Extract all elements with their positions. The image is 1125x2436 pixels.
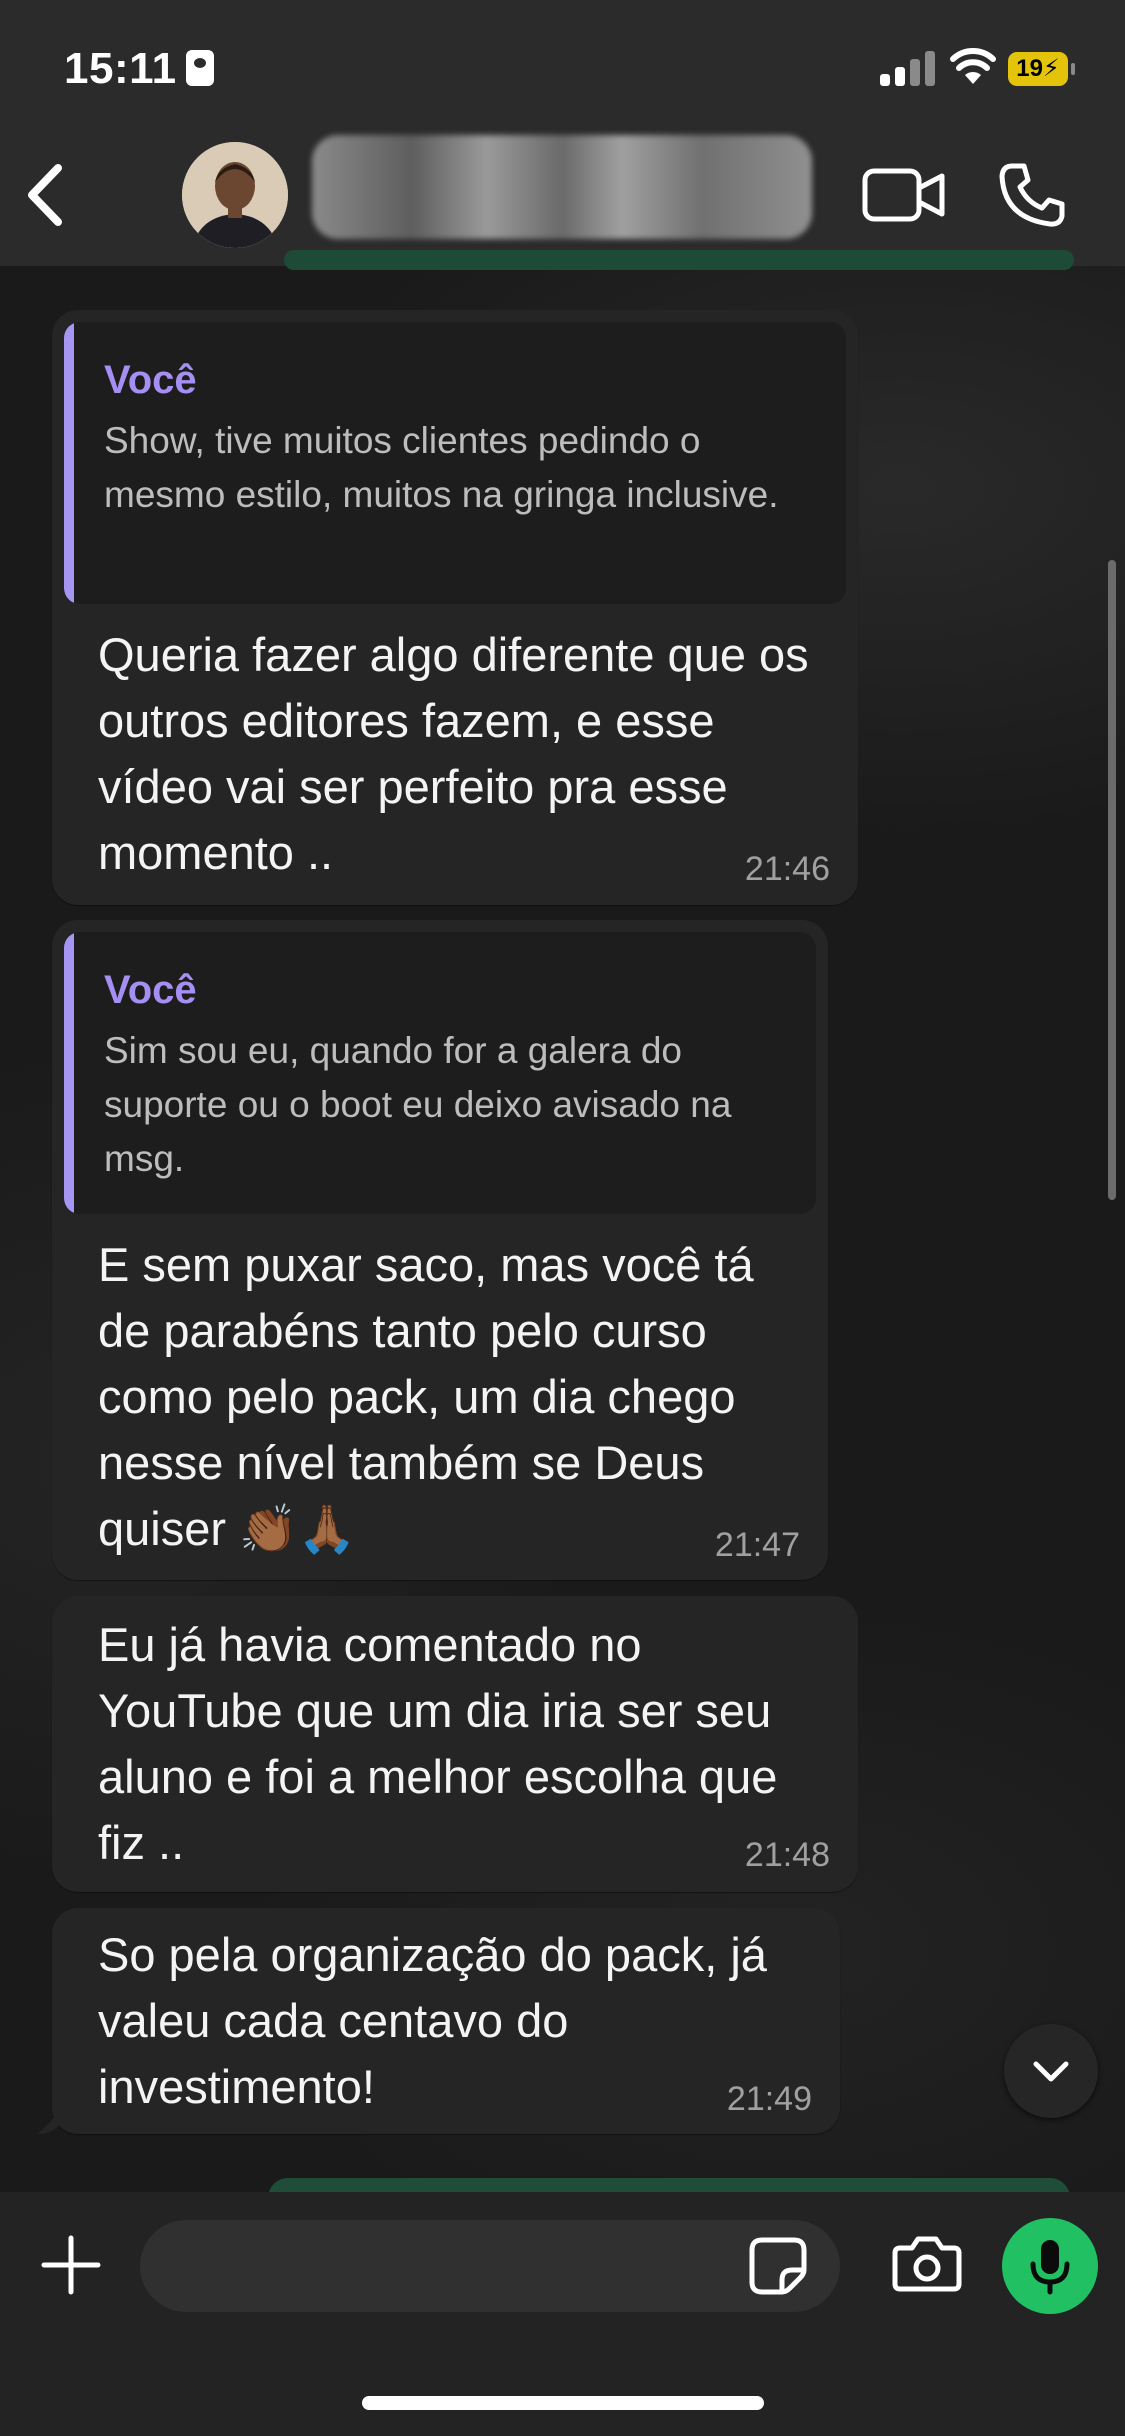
sticker-icon[interactable] xyxy=(748,2236,808,2296)
chat-header: 15:11 19⚡ xyxy=(0,0,1125,266)
quote-author: Você xyxy=(104,358,197,402)
battery-indicator: 19⚡ xyxy=(1008,52,1075,86)
message-bubble[interactable]: Eu já havia comentado no YouTube que um … xyxy=(52,1596,858,1892)
chevron-left-icon[interactable] xyxy=(22,160,70,230)
phone-icon[interactable] xyxy=(998,162,1066,228)
message-bubble[interactable]: Você Show, tive muitos clientes pedindo … xyxy=(52,310,858,905)
message-time: 21:46 xyxy=(744,850,830,888)
quote-accent-bar xyxy=(64,322,74,604)
quote-text: Sim sou eu, quando for a galera do supor… xyxy=(104,1030,732,1179)
message-time: 21:48 xyxy=(744,1836,830,1874)
quoted-message[interactable]: Você Sim sou eu, quando for a galera do … xyxy=(64,932,816,1214)
message-input[interactable] xyxy=(140,2220,840,2312)
contact-name[interactable] xyxy=(312,135,812,239)
cellular-signal-icon xyxy=(880,50,936,86)
plus-icon[interactable] xyxy=(38,2232,104,2298)
status-time: 15:11 xyxy=(64,44,177,93)
video-camera-icon[interactable] xyxy=(862,168,946,222)
quote-text: Show, tive muitos clientes pedindo o mes… xyxy=(104,420,779,515)
wifi-icon xyxy=(950,48,996,84)
focus-icon xyxy=(186,50,214,86)
camera-icon[interactable] xyxy=(892,2234,962,2292)
message-text: Queria fazer algo diferente que os outro… xyxy=(98,628,809,879)
chevron-down-icon xyxy=(1033,2061,1069,2082)
message-bubble[interactable]: So pela organização do pack, já valeu ca… xyxy=(52,1908,840,2134)
scroll-indicator[interactable] xyxy=(1108,560,1116,1200)
quoted-message[interactable]: Você Show, tive muitos clientes pedindo … xyxy=(64,322,846,604)
contact-avatar[interactable] xyxy=(182,142,288,248)
outgoing-bubble-peek xyxy=(284,250,1074,270)
microphone-icon xyxy=(1030,2240,1070,2295)
message-text: Eu já havia comentado no YouTube que um … xyxy=(98,1618,778,1869)
home-indicator[interactable] xyxy=(362,2396,764,2410)
message-bubble[interactable]: Você Sim sou eu, quando for a galera do … xyxy=(52,920,828,1580)
message-time: 21:49 xyxy=(726,2080,812,2118)
message-text: So pela organização do pack, já valeu ca… xyxy=(98,1928,767,2113)
message-text: E sem puxar saco, mas você tá de parabén… xyxy=(98,1238,754,1555)
message-time: 21:47 xyxy=(714,1526,800,1564)
record-voice-button[interactable] xyxy=(1002,2218,1098,2314)
scroll-to-bottom-button[interactable] xyxy=(1004,2024,1098,2118)
quote-author: Você xyxy=(104,968,197,1012)
quote-accent-bar xyxy=(64,932,74,1214)
